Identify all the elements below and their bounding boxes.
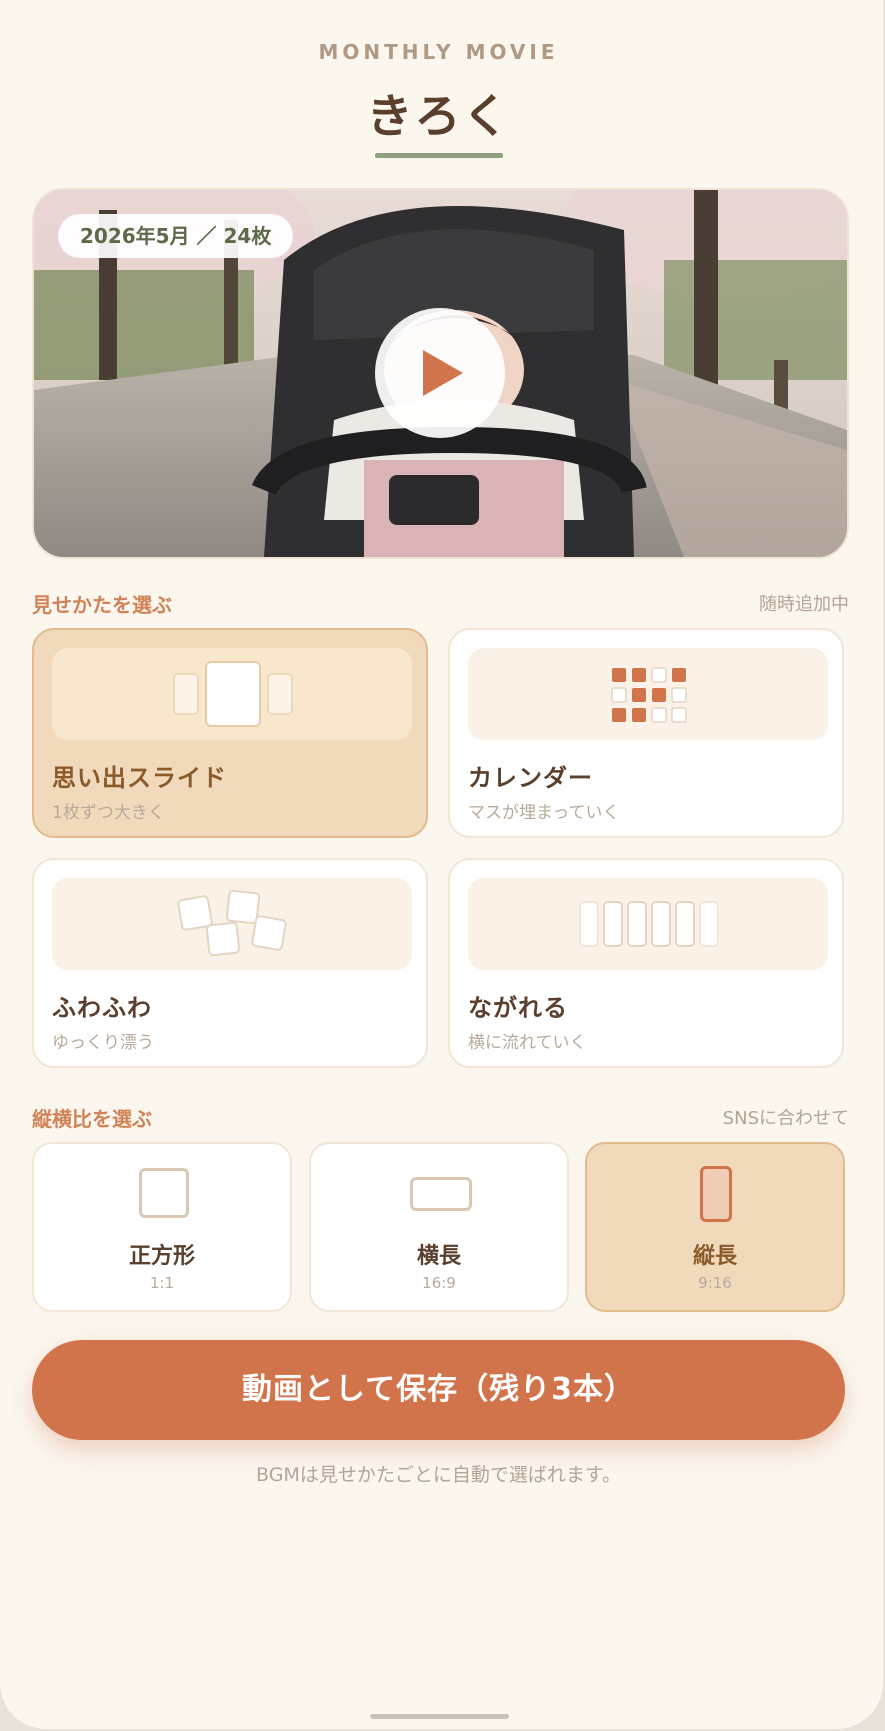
ratio-option-portrait[interactable]: 縦長 9:16 [585,1142,845,1312]
bgm-footnote: BGMは見せかたごとに自動で選ばれます。 [256,1464,621,1486]
save-video-button[interactable]: 動画として保存（残り3本） [32,1340,845,1440]
ratio-option-square[interactable]: 正方形 1:1 [32,1142,292,1312]
app-screen: MONTHLY MOVIE きろく 2026年5月 ／ 24枚 見せかたを選ぶ … [0,0,883,1729]
ratio-option-landscape[interactable]: 横長 16:9 [309,1142,569,1312]
style-card-slide[interactable]: 思い出スライド 1枚ずつ大きく [32,628,428,838]
video-preview[interactable]: 2026年5月 ／ 24枚 [32,188,849,559]
style-card-subtitle: マスが埋まっていく [468,803,620,823]
ratio-value: 16:9 [422,1274,456,1292]
ratio-value: 9:16 [698,1274,732,1292]
play-icon [423,350,463,396]
slide-preview [52,648,412,740]
month-count-badge: 2026年5月 ／ 24枚 [58,214,294,258]
ratio-value: 1:1 [149,1274,175,1292]
style-card-title: ながれる [468,994,568,1022]
flowing-strip-icon [579,901,719,947]
style-card-subtitle: ゆっくり漂う [52,1033,154,1053]
ratio-label: 縦長 [692,1244,737,1269]
calendar-grid-icon [611,667,687,723]
style-card-title: 思い出スライド [52,764,227,792]
ratio-section-note: SNSに合わせて [722,1108,849,1129]
style-card-title: カレンダー [468,764,593,792]
style-card-title: ふわふわ [52,994,152,1022]
header-eyebrow: MONTHLY MOVIE [318,40,559,64]
style-card-subtitle: 1枚ずつ大きく [52,803,165,823]
style-card-float[interactable]: ふわふわ ゆっくり漂う [32,858,428,1068]
play-button[interactable] [375,308,505,438]
flow-preview [468,878,828,970]
style-card-flow[interactable]: ながれる 横に流れていく [448,858,844,1068]
calendar-preview [468,648,828,740]
ratio-section-label: 縦横比を選ぶ [32,1107,152,1131]
style-card-subtitle: 横に流れていく [468,1033,587,1053]
page-title: きろく [366,89,511,143]
portrait-ratio-icon [700,1166,732,1222]
landscape-ratio-icon [410,1177,472,1211]
title-underline [375,153,503,158]
slide-icon [173,661,293,727]
float-preview [52,878,412,970]
ratio-label: 正方形 [128,1244,195,1269]
home-indicator[interactable] [370,1714,509,1719]
style-section-label: 見せかたを選ぶ [32,593,172,617]
floating-tiles-icon [177,889,287,957]
style-section-note: 随時追加中 [759,594,849,615]
square-ratio-icon [139,1168,189,1218]
ratio-label: 横長 [416,1244,461,1269]
style-card-calendar[interactable]: カレンダー マスが埋まっていく [448,628,844,838]
